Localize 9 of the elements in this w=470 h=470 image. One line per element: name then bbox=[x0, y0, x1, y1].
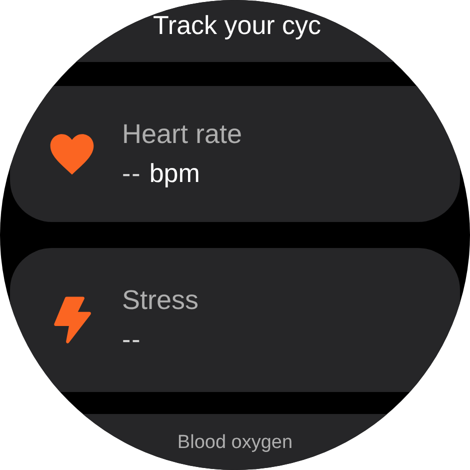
tile-label: Blood oxygen bbox=[177, 432, 293, 455]
tile-value: -- bbox=[122, 324, 142, 355]
health-tile[interactable]: Stress -- bbox=[10, 248, 460, 392]
unit-label: bpm bbox=[149, 158, 200, 189]
tile-label: Heart rate bbox=[122, 119, 242, 150]
tile-label: Stress bbox=[122, 285, 199, 316]
tile-value: -- bbox=[122, 158, 142, 189]
health-tile[interactable]: Heart rate -- bpm bbox=[10, 86, 460, 222]
card-title: Track your cyc bbox=[153, 10, 322, 41]
